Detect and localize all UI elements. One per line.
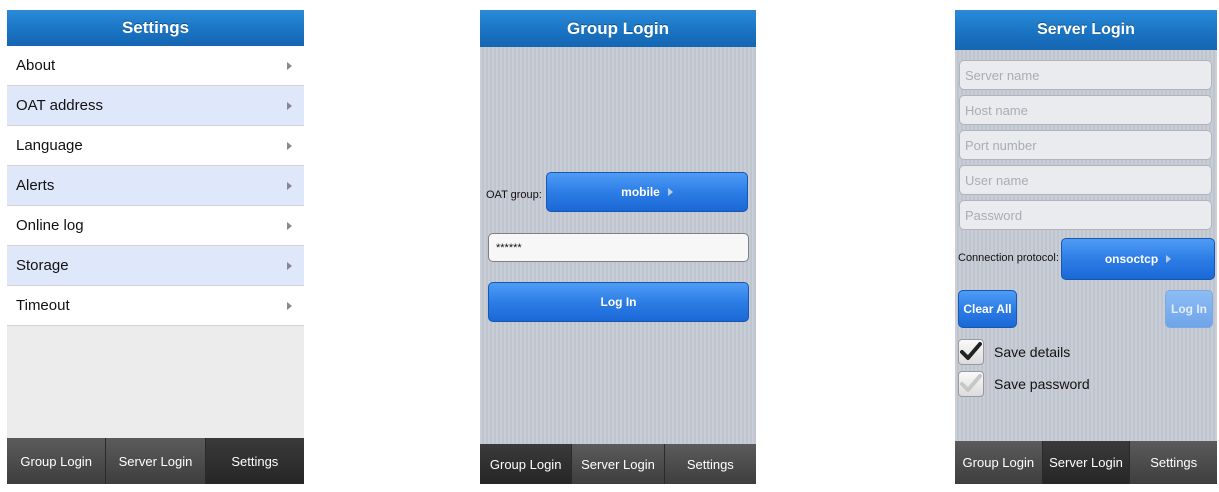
chevron-right-icon <box>1166 255 1172 263</box>
tab-settings[interactable]: Settings <box>1129 441 1217 484</box>
tab-server-login[interactable]: Server Login <box>1041 441 1130 484</box>
menu-item-label: Alerts <box>16 177 55 194</box>
menu-item-label: About <box>16 57 56 74</box>
menu-item-label: Language <box>16 137 83 154</box>
tab-bar: Group Login Server Login Settings <box>955 441 1217 484</box>
menu-item-label: Timeout <box>16 297 70 314</box>
clear-all-button[interactable]: Clear All <box>958 290 1017 328</box>
user-name-field[interactable]: User name <box>959 165 1212 195</box>
chevron-right-icon <box>287 301 292 310</box>
tab-group-login[interactable]: Group Login <box>955 441 1042 484</box>
host-name-field[interactable]: Host name <box>959 95 1212 125</box>
chevron-right-icon <box>287 261 292 270</box>
tab-bar: Group Login Server Login Settings <box>480 444 756 484</box>
connection-protocol-select[interactable]: onsoctcp <box>1061 238 1215 280</box>
connection-protocol-value: onsoctcp <box>1104 252 1159 266</box>
chevron-right-icon <box>287 181 292 190</box>
menu-item-oat-address[interactable]: OAT address <box>7 86 304 126</box>
group-login-screen: Group Login OAT group: mobile ****** Log… <box>480 10 756 484</box>
save-details-checkbox[interactable] <box>958 339 984 365</box>
server-name-field[interactable]: Server name <box>959 60 1212 90</box>
menu-item-label: OAT address <box>16 97 103 114</box>
tab-bar: Group Login Server Login Settings <box>7 438 304 484</box>
tab-settings[interactable]: Settings <box>663 444 756 484</box>
chevron-right-icon <box>287 141 292 150</box>
menu-item-timeout[interactable]: Timeout <box>7 286 304 326</box>
port-number-field[interactable]: Port number <box>959 130 1212 160</box>
menu-item-label: Storage <box>16 257 69 274</box>
tab-server-login[interactable]: Server Login <box>105 438 205 484</box>
menu-item-storage[interactable]: Storage <box>7 246 304 286</box>
tab-settings[interactable]: Settings <box>204 438 304 484</box>
menu-item-about[interactable]: About <box>7 46 304 86</box>
server-login-screen: Server Login Server name Host name Port … <box>955 10 1217 484</box>
menu-item-label: Online log <box>16 217 84 234</box>
oat-group-value: mobile <box>621 185 660 199</box>
settings-screen: Settings About OAT address Language Aler… <box>7 10 304 484</box>
checkmark-icon <box>960 374 982 392</box>
checkmark-icon <box>960 342 982 360</box>
menu-item-online-log[interactable]: Online log <box>7 206 304 246</box>
chevron-right-icon <box>667 188 673 196</box>
chevron-right-icon <box>287 221 292 230</box>
password-field[interactable]: Password <box>959 200 1212 230</box>
group-login-title: Group Login <box>480 10 756 47</box>
settings-menu: About OAT address Language Alerts Online… <box>7 46 304 326</box>
password-input[interactable]: ****** <box>488 233 749 262</box>
save-password-label: Save password <box>994 376 1090 392</box>
oat-group-select[interactable]: mobile <box>546 172 748 212</box>
tab-group-login[interactable]: Group Login <box>7 438 106 484</box>
menu-item-language[interactable]: Language <box>7 126 304 166</box>
settings-title: Settings <box>7 10 304 46</box>
menu-item-alerts[interactable]: Alerts <box>7 166 304 206</box>
tab-server-login[interactable]: Server Login <box>571 444 664 484</box>
save-password-checkbox[interactable] <box>958 371 984 397</box>
chevron-right-icon <box>287 61 292 70</box>
save-details-label: Save details <box>994 344 1071 360</box>
tab-group-login[interactable]: Group Login <box>480 444 572 484</box>
connection-protocol-label: Connection protocol: <box>958 252 1059 264</box>
login-button[interactable]: Log In <box>488 282 749 322</box>
server-login-title: Server Login <box>955 10 1217 50</box>
login-button-disabled[interactable]: Log In <box>1165 290 1213 328</box>
chevron-right-icon <box>287 101 292 110</box>
oat-group-label: OAT group: <box>486 189 542 201</box>
